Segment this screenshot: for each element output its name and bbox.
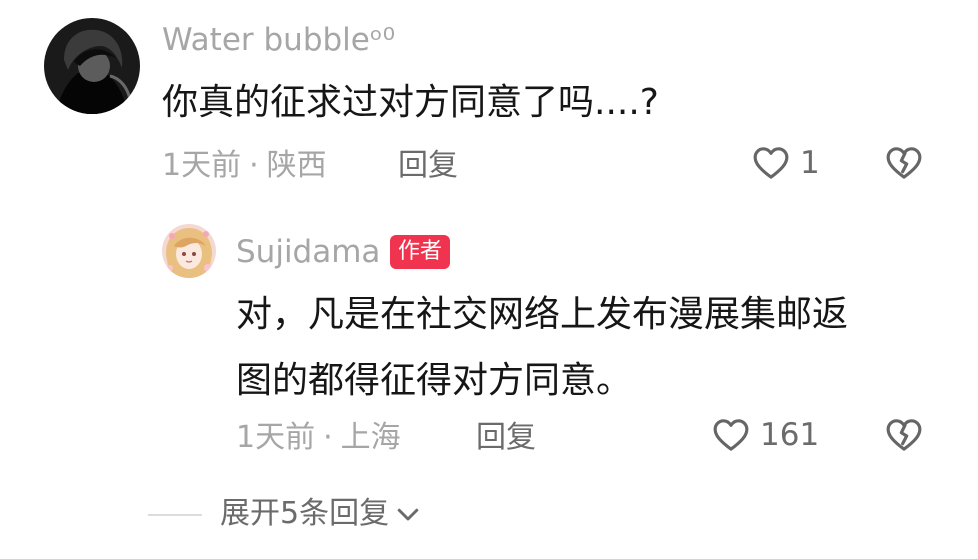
meta-separator: · [249, 148, 259, 183]
reply-reply-button[interactable]: 回复 [476, 418, 536, 458]
reply-dislike-button[interactable] [882, 415, 926, 459]
reply-like-count: 161 [760, 417, 820, 453]
comment-like-button[interactable]: 1 [750, 143, 820, 183]
reply-meta: 1天前 · 上海 [236, 418, 401, 458]
avatar-image [44, 18, 140, 114]
heart-icon [753, 147, 789, 179]
comment-meta: 1天前 · 陕西 [162, 146, 327, 186]
reply-time: 1天前 [236, 420, 316, 455]
author-badge: 作者 [390, 235, 451, 269]
expand-replies-label: 展开5条回复 [220, 496, 390, 531]
comment-location: 陕西 [266, 148, 327, 183]
expand-divider [148, 514, 202, 516]
reply-text: 对，凡是在社交网络上发布漫展集邮返 图的都得征得对方同意。 [236, 282, 936, 414]
broken-heart-icon [886, 419, 922, 451]
meta-separator: · [323, 420, 333, 455]
reply-text-line: 图的都得征得对方同意。 [236, 360, 633, 401]
comment-text: 你真的征求过对方同意了吗....? [162, 82, 659, 123]
reply-text-line: 对，凡是在社交网络上发布漫展集邮返 [236, 294, 849, 335]
chevron-down-icon [397, 508, 419, 521]
expand-replies-button[interactable]: 展开5条回复 [220, 494, 423, 534]
reply-avatar[interactable] [162, 224, 216, 278]
comment-dislike-button[interactable] [882, 143, 926, 187]
avatar[interactable] [44, 18, 140, 114]
reply-avatar-image [162, 224, 216, 278]
heart-icon [713, 419, 749, 451]
comment-username[interactable]: Water bubbleᵒ⁰ [162, 20, 395, 60]
reply-like-button[interactable]: 161 [710, 415, 819, 455]
comment-reply-button[interactable]: 回复 [398, 146, 458, 186]
broken-heart-icon [886, 147, 922, 179]
reply-username[interactable]: Sujidama [236, 232, 380, 272]
reply-location: 上海 [340, 420, 401, 455]
comment-time: 1天前 [162, 148, 242, 183]
comment-like-count: 1 [800, 145, 820, 181]
